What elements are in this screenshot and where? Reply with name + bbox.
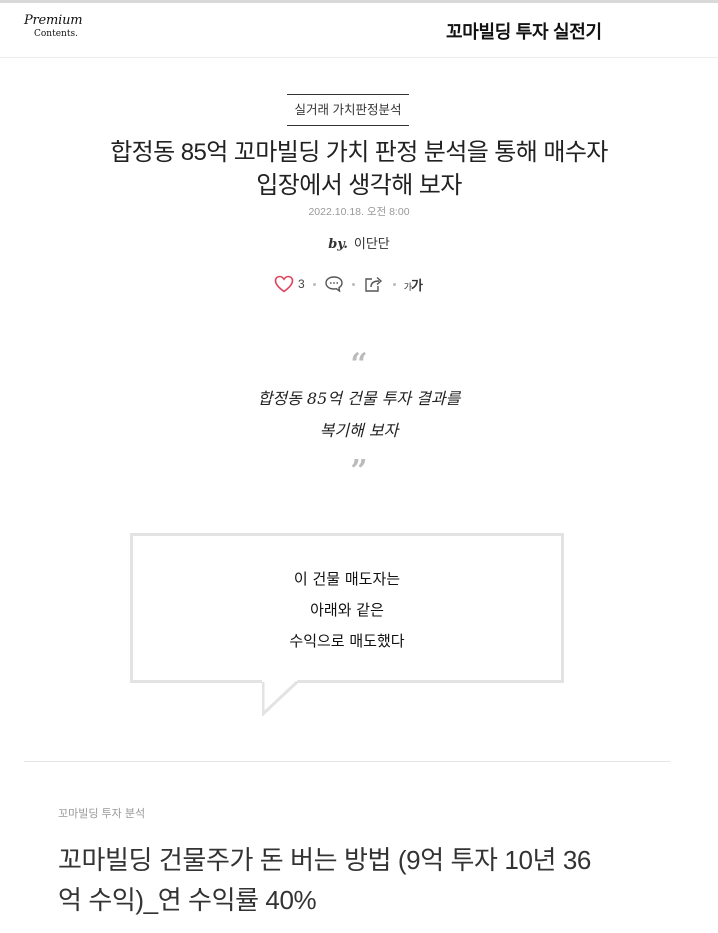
like-count: 3 xyxy=(298,277,305,291)
title-line1: 합정동 85억 꼬마빌딩 가치 판정 분석을 통해 매수자 xyxy=(110,139,608,166)
font-size-small-glyph: 가 xyxy=(403,281,412,292)
author-name[interactable]: 이단단 xyxy=(354,236,390,251)
share-button[interactable] xyxy=(363,275,385,293)
logo-line2: Contents. xyxy=(34,29,78,39)
next-title-line2: 억 수익)_연 수익률 40% xyxy=(58,885,317,915)
post-date: 2022.10.18. 오전 8:00 xyxy=(308,206,410,218)
quote-open-mark: “ xyxy=(350,347,368,382)
next-article-title[interactable]: 꼬마빌딩 건물주가 돈 버는 방법 (9억 투자 10년 36 억 수익)_연 … xyxy=(58,840,658,920)
series-label[interactable]: 꼬마빌딩 투자 분석 xyxy=(58,805,145,821)
byline-prefix: by. xyxy=(328,237,348,252)
separator-dot xyxy=(312,282,316,286)
speech-bubble-box: 이 건물 매도자는 아래와 같은 수익으로 매도했다 xyxy=(130,533,564,683)
action-bar: 3 가가 xyxy=(274,272,423,296)
page-title: 합정동 85억 꼬마빌딩 가치 판정 분석을 통해 매수자 입장에서 생각해 보… xyxy=(60,136,658,202)
quote-close-mark: ” xyxy=(350,454,368,489)
speech-bubble-text: 이 건물 매도자는 아래와 같은 수익으로 매도했다 xyxy=(133,564,561,657)
share-icon xyxy=(364,276,382,292)
comment-icon xyxy=(324,276,343,293)
separator-dot xyxy=(392,282,396,286)
separator-dot xyxy=(351,282,355,286)
quote-line1: 합정동 85억 건물 투자 결과를 xyxy=(257,389,461,408)
next-title-line1: 꼬마빌딩 건물주가 돈 버는 방법 (9억 투자 10년 36 xyxy=(58,845,591,875)
byline: by. 이단단 xyxy=(0,233,718,252)
speech-line2: 아래와 같은 xyxy=(310,601,384,619)
site-header: Premium Contents. 꼬마빌딩 투자 실전기 xyxy=(0,3,718,58)
magazine-title[interactable]: 꼬마빌딩 투자 실전기 xyxy=(446,18,602,44)
section-divider xyxy=(24,761,670,762)
speech-line1: 이 건물 매도자는 xyxy=(293,570,401,588)
blockquote: 합정동 85억 건물 투자 결과를 복기해 보자 xyxy=(0,383,718,447)
font-size-button[interactable]: 가가 xyxy=(403,275,423,294)
quote-line2: 복기해 보자 xyxy=(319,421,399,440)
category-tag[interactable]: 실거래 가치판정분석 xyxy=(287,94,409,126)
comment-button[interactable] xyxy=(324,275,344,293)
like-button[interactable]: 3 xyxy=(274,275,305,293)
heart-icon xyxy=(274,275,294,293)
title-line2: 입장에서 생각해 보자 xyxy=(256,172,462,199)
speech-line3: 수익으로 매도했다 xyxy=(289,632,405,650)
premium-contents-logo[interactable]: Premium Contents. xyxy=(24,13,84,47)
logo-line1: Premium xyxy=(24,13,83,28)
font-size-label: 가 xyxy=(410,277,423,293)
speech-bubble-tail xyxy=(262,680,299,716)
